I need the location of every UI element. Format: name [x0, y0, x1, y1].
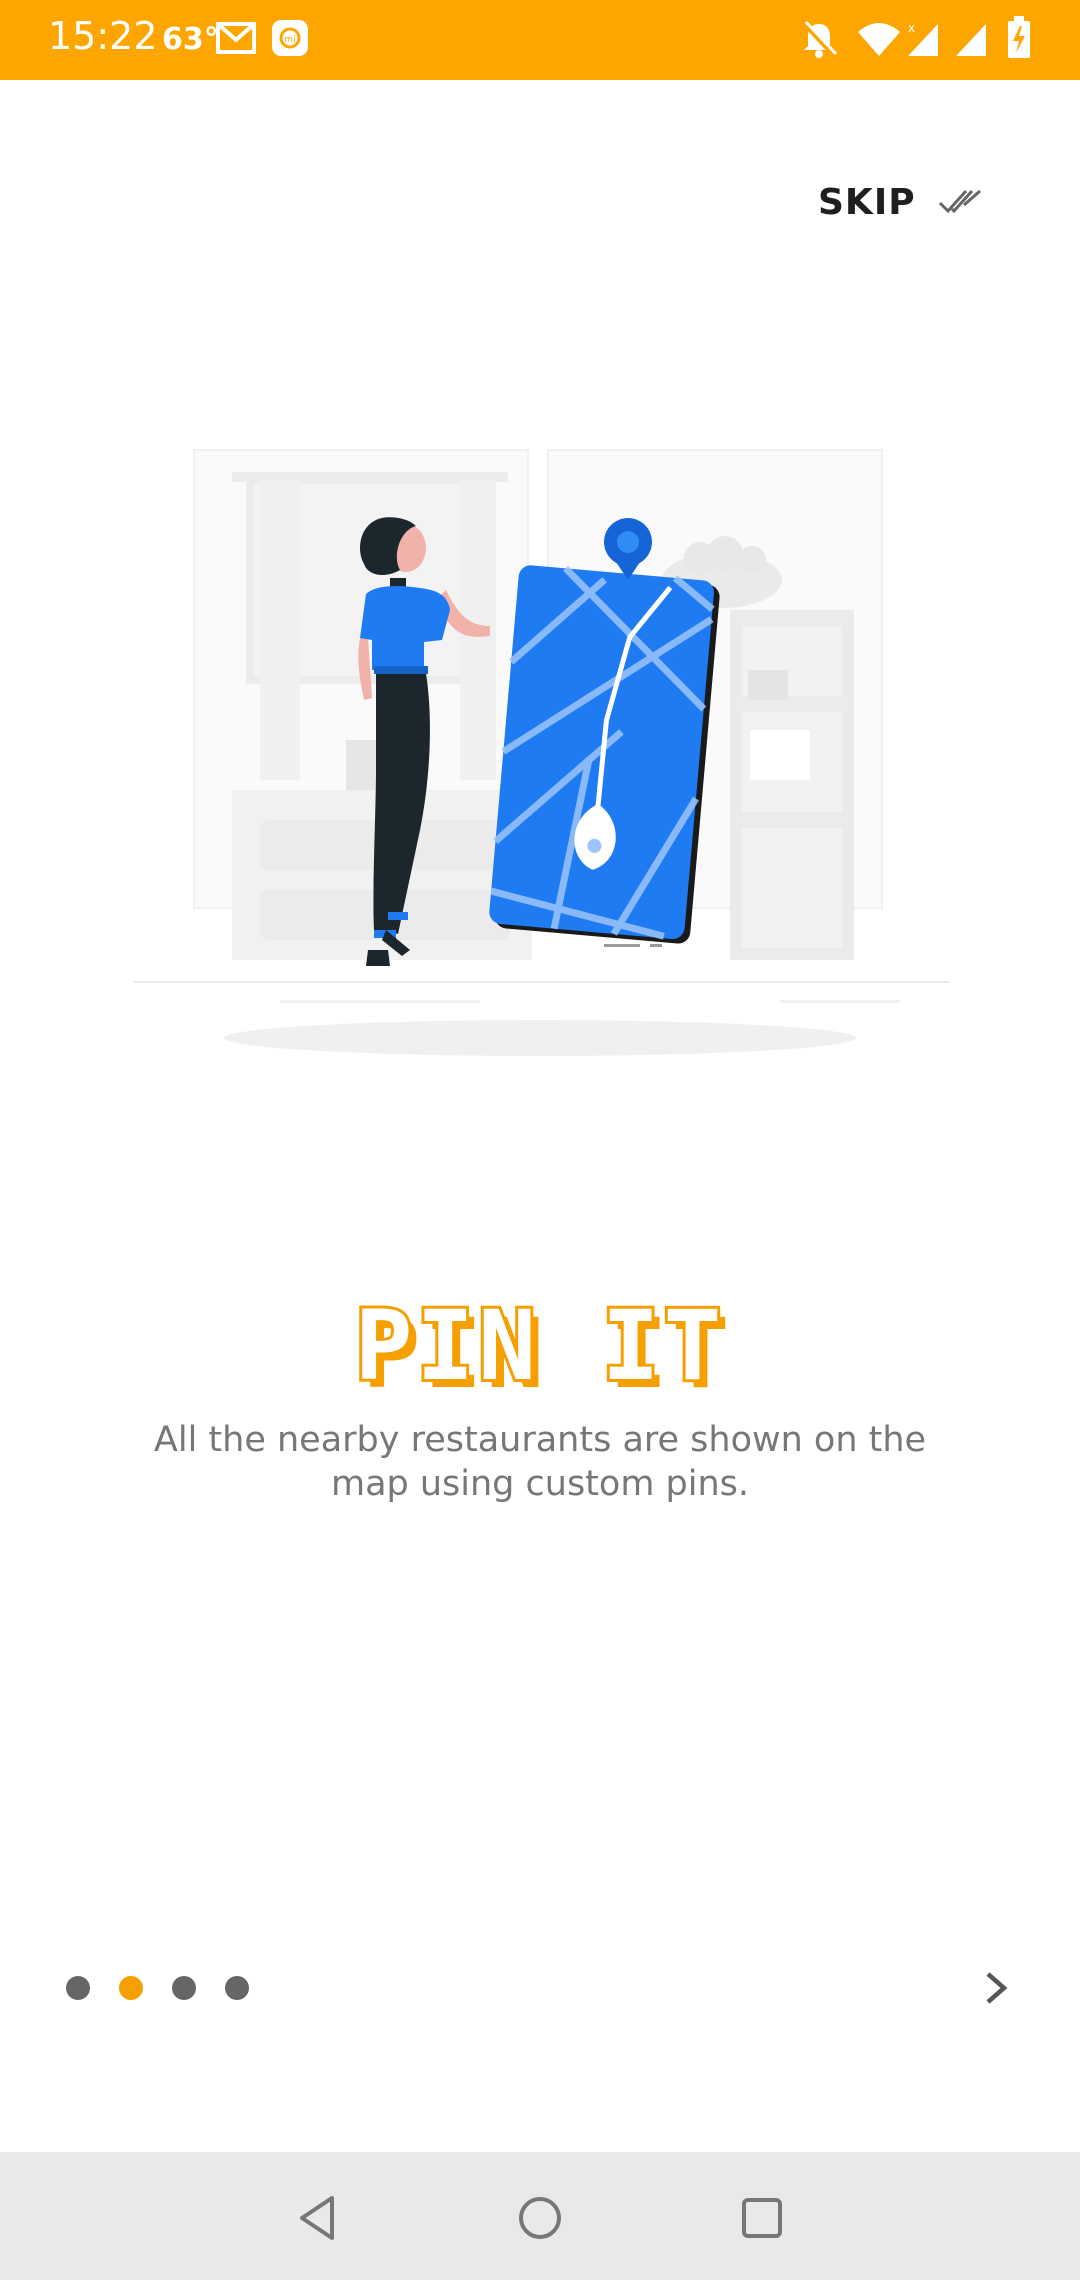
svg-text:x: x: [908, 21, 915, 35]
recents-icon[interactable]: [732, 2188, 792, 2248]
gmail-icon: [216, 22, 256, 54]
system-nav-bar: [0, 2152, 1080, 2280]
slide-description: All the nearby restaurants are shown on …: [153, 1420, 927, 1504]
back-icon[interactable]: [290, 2188, 350, 2248]
slide-title: PIN IT: [352, 1287, 726, 1405]
home-icon[interactable]: [510, 2188, 570, 2248]
page-indicator: [66, 1976, 278, 2000]
page-dot[interactable]: [225, 1976, 249, 2000]
wifi-icon: [858, 23, 900, 56]
battery-charging-icon: [1008, 16, 1030, 58]
next-chevron-icon[interactable]: [974, 1966, 1018, 2010]
skip-label: SKIP: [818, 181, 916, 223]
double-check-icon: [938, 189, 981, 214]
page-dot[interactable]: [172, 1976, 196, 2000]
page-dot-active[interactable]: [119, 1976, 143, 2000]
onboarding-illustration: [134, 449, 950, 1056]
status-temperature: 63°: [162, 22, 219, 57]
status-time: 15:22: [48, 14, 158, 58]
svg-text:mi: mi: [284, 35, 295, 45]
signal-icon: [956, 24, 986, 56]
skip-button[interactable]: SKIP: [818, 172, 988, 232]
page-dot[interactable]: [66, 1976, 90, 2000]
notifications-off-icon: [802, 20, 838, 58]
mi-app-icon: mi: [272, 20, 308, 56]
status-bar: 15:22 63° mi x: [0, 0, 1080, 80]
signal-icon: x: [908, 21, 938, 56]
